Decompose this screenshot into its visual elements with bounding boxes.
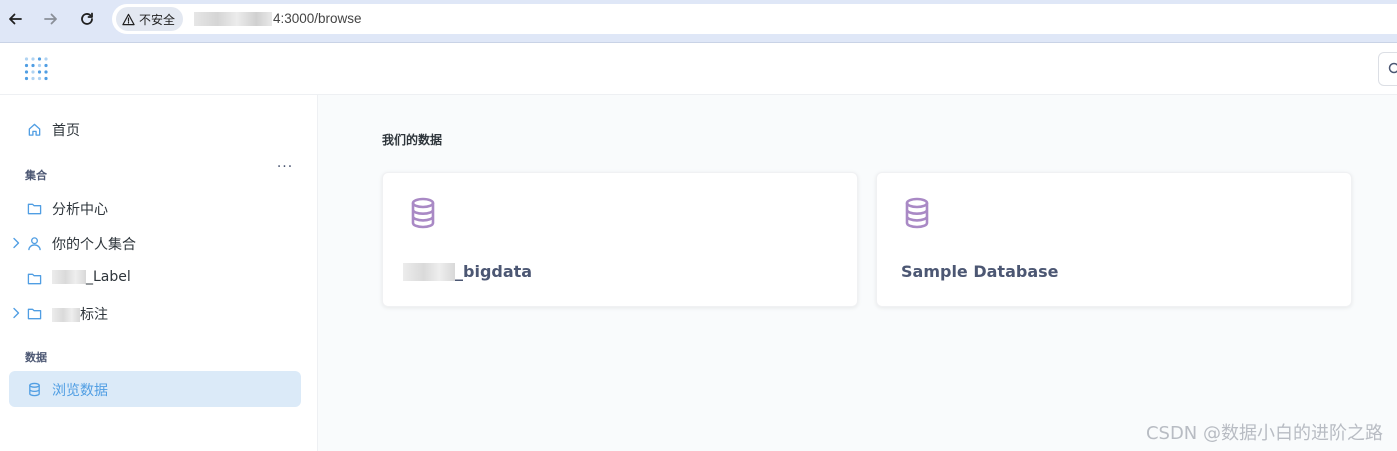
browser-toolbar: 不安全 4:3000/browse — [0, 0, 1397, 43]
section-title: 我们的数据 — [382, 133, 443, 147]
label-redacted — [52, 270, 86, 284]
collections-more-button[interactable]: ··· — [276, 159, 294, 175]
sidebar-item-personal-collection[interactable]: 你的个人集合 — [9, 226, 301, 260]
address-bar[interactable]: 不安全 4:3000/browse — [112, 4, 1397, 34]
database-icon — [411, 197, 435, 229]
search-button[interactable] — [1378, 52, 1397, 86]
sidebar-item-label: _Label — [86, 269, 131, 285]
folder-icon — [26, 305, 42, 321]
person-icon — [26, 235, 42, 251]
reload-icon — [81, 12, 93, 25]
sidebar-item-label-wrap: 标注 — [52, 304, 108, 324]
sidebar-item-label: 你的个人集合 — [52, 237, 136, 253]
database-icon — [26, 381, 42, 397]
collections-heading: 集合 — [25, 169, 47, 182]
sidebar-item-label: 标注 — [80, 307, 108, 323]
warning-icon — [122, 13, 135, 25]
sidebar-item-annotation[interactable]: 标注 — [9, 296, 301, 330]
chevron-right-icon[interactable] — [11, 236, 23, 250]
app-header — [0, 43, 1397, 95]
data-heading: 数据 — [25, 351, 47, 364]
database-name: _bigdata — [455, 262, 533, 281]
security-label: 不安全 — [139, 12, 176, 27]
database-card[interactable]: _bigdata — [382, 172, 858, 307]
url-suffix: 4:3000/browse — [273, 11, 362, 26]
name-redacted — [403, 262, 455, 281]
arrow-right-icon — [44, 13, 57, 25]
sidebar-item-home[interactable]: 首页 — [9, 112, 301, 146]
label-redacted — [52, 308, 80, 322]
sidebar-item-label: 浏览数据 — [52, 383, 108, 399]
search-icon — [1388, 62, 1397, 74]
reload-button[interactable] — [76, 8, 98, 30]
sidebar-item-label: 分析中心 — [52, 202, 108, 218]
url-redacted — [194, 11, 272, 26]
sidebar-item-auto-label[interactable]: _Label — [9, 261, 301, 295]
folder-icon — [26, 200, 42, 216]
sidebar-item-analysis-center[interactable]: 分析中心 — [9, 191, 301, 225]
forward-button[interactable] — [40, 8, 62, 30]
database-name: Sample Database — [901, 262, 1059, 281]
database-icon — [905, 197, 929, 229]
sidebar-item-browse-data[interactable]: 浏览数据 — [9, 371, 301, 407]
sidebar-item-label: 首页 — [52, 123, 80, 139]
database-name-wrap: Sample Database — [901, 262, 1059, 281]
sidebar: 首页 集合 ··· 分析中心 你的个人集合 _Label 标注 数据 浏览数据 — [0, 95, 318, 451]
folder-icon — [26, 270, 42, 286]
database-card[interactable]: Sample Database — [876, 172, 1352, 307]
arrow-left-icon — [9, 13, 22, 25]
watermark: CSDN @数据小白的进阶之路 — [1145, 423, 1383, 444]
sidebar-item-label-wrap: _Label — [52, 269, 131, 285]
back-button[interactable] — [4, 8, 26, 30]
security-chip[interactable]: 不安全 — [116, 7, 184, 31]
home-icon — [26, 121, 42, 137]
database-name-wrap: _bigdata — [403, 262, 532, 281]
url-text[interactable]: 4:3000/browse — [194, 11, 362, 26]
main-content: 我们的数据 _bigdata Sample Database — [318, 95, 1397, 451]
metabase-logo-icon[interactable] — [24, 56, 50, 82]
chevron-right-icon[interactable] — [11, 306, 23, 320]
